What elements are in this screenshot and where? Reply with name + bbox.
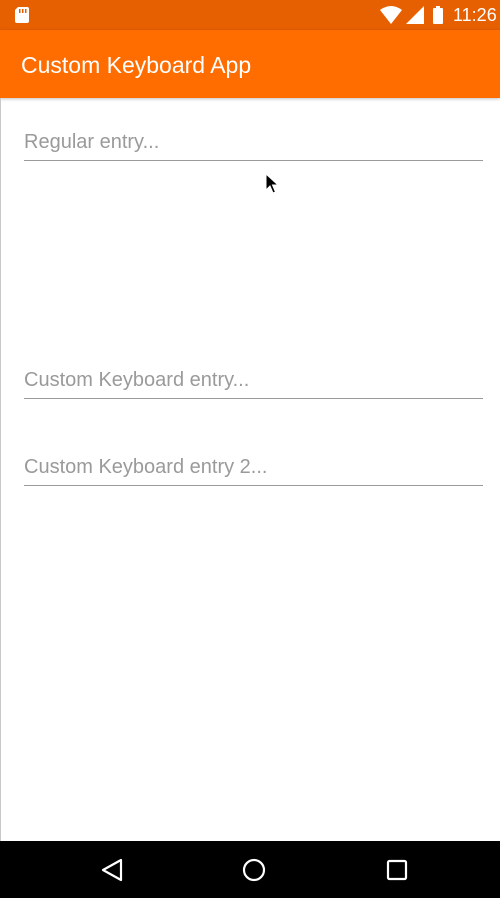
status-bar: 11:26 <box>0 0 500 30</box>
sd-card-icon <box>15 7 29 23</box>
left-edge-divider <box>0 98 1 841</box>
recents-icon[interactable] <box>384 857 410 883</box>
regular-entry-field[interactable] <box>24 124 483 161</box>
home-icon[interactable] <box>241 857 267 883</box>
navigation-bar <box>0 841 500 898</box>
app-screen: 11:26 Custom Keyboard App <box>0 0 500 898</box>
status-time: 11:26 <box>453 5 497 25</box>
app-bar: Custom Keyboard App <box>0 30 500 98</box>
battery-icon <box>433 6 443 24</box>
wifi-icon <box>380 6 402 24</box>
signal-icon <box>406 6 424 24</box>
back-icon[interactable] <box>99 857 125 883</box>
custom-keyboard-entry-field[interactable] <box>24 362 483 399</box>
app-title: Custom Keyboard App <box>21 52 252 78</box>
custom-keyboard-entry-2-field[interactable] <box>24 449 483 486</box>
mouse-cursor-icon <box>265 173 279 194</box>
